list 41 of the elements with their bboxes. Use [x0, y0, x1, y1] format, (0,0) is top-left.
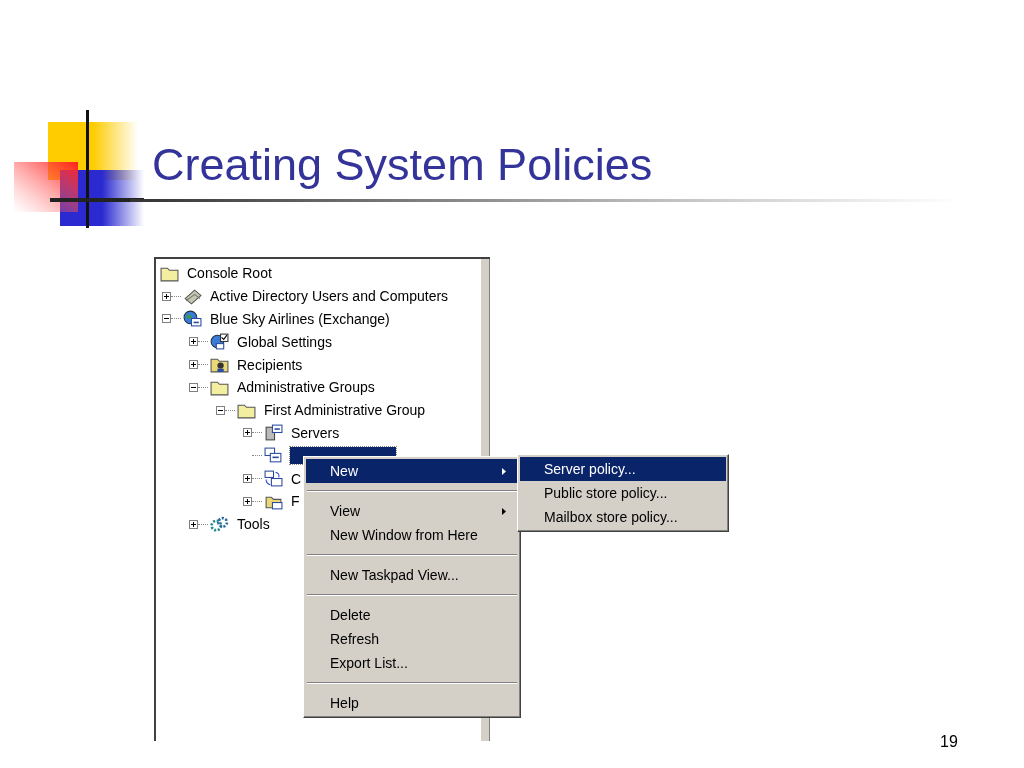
folder-icon	[210, 356, 229, 374]
tree-item[interactable]: Blue Sky Airlines (Exchange)	[209, 311, 391, 327]
globe-icon	[210, 333, 229, 351]
expand-toggle[interactable]	[189, 360, 198, 370]
page-number: 19	[940, 733, 958, 751]
tree-item[interactable]: Console Root	[186, 265, 273, 282]
tree-item[interactable]: Administrative Groups	[236, 379, 376, 396]
tree-item[interactable]: Tools	[236, 516, 271, 533]
menu-item[interactable]: View	[306, 499, 518, 523]
menu-item[interactable]: Server policy...	[520, 457, 726, 481]
tree-item[interactable]: C	[290, 470, 303, 487]
connector-icon	[264, 470, 283, 488]
expand-toggle[interactable]	[243, 474, 252, 484]
tree-item[interactable]: F	[290, 493, 301, 510]
menu-item[interactable]: Delete	[306, 603, 518, 627]
menu-item[interactable]: Export List...	[306, 651, 518, 675]
collapse-toggle[interactable]	[189, 382, 198, 392]
document-icon	[264, 447, 283, 465]
tree-item[interactable]: Global Settings	[236, 333, 333, 350]
expand-toggle[interactable]	[189, 519, 198, 529]
server-icon	[264, 424, 283, 442]
expand-toggle[interactable]	[162, 291, 171, 301]
menu-item[interactable]: New	[306, 459, 518, 483]
expand-toggle[interactable]	[243, 428, 252, 438]
book-icon	[183, 287, 202, 305]
expand-toggle[interactable]	[189, 337, 198, 347]
slide-title: Creating System Policies	[152, 140, 653, 190]
tree-item[interactable]: Active Directory Users and Computers	[209, 288, 450, 305]
globe-icon	[183, 310, 202, 328]
menu-item[interactable]: Public store policy...	[520, 481, 726, 505]
menu-item[interactable]: New Taskpad View...	[306, 563, 518, 587]
menu-item[interactable]: New Window from Here	[306, 523, 518, 547]
tree-item[interactable]: First Administrative Group	[263, 402, 427, 419]
collapse-toggle[interactable]	[162, 314, 171, 324]
collapse-toggle[interactable]	[216, 405, 225, 415]
expand-toggle[interactable]	[243, 496, 252, 506]
tree-item[interactable]: Recipients	[236, 356, 304, 373]
menu-item[interactable]: Help	[306, 691, 518, 715]
menu-item[interactable]: Mailbox store policy...	[520, 505, 726, 529]
menu-item[interactable]: Refresh	[306, 627, 518, 651]
tree-item[interactable]: Servers	[290, 424, 341, 441]
